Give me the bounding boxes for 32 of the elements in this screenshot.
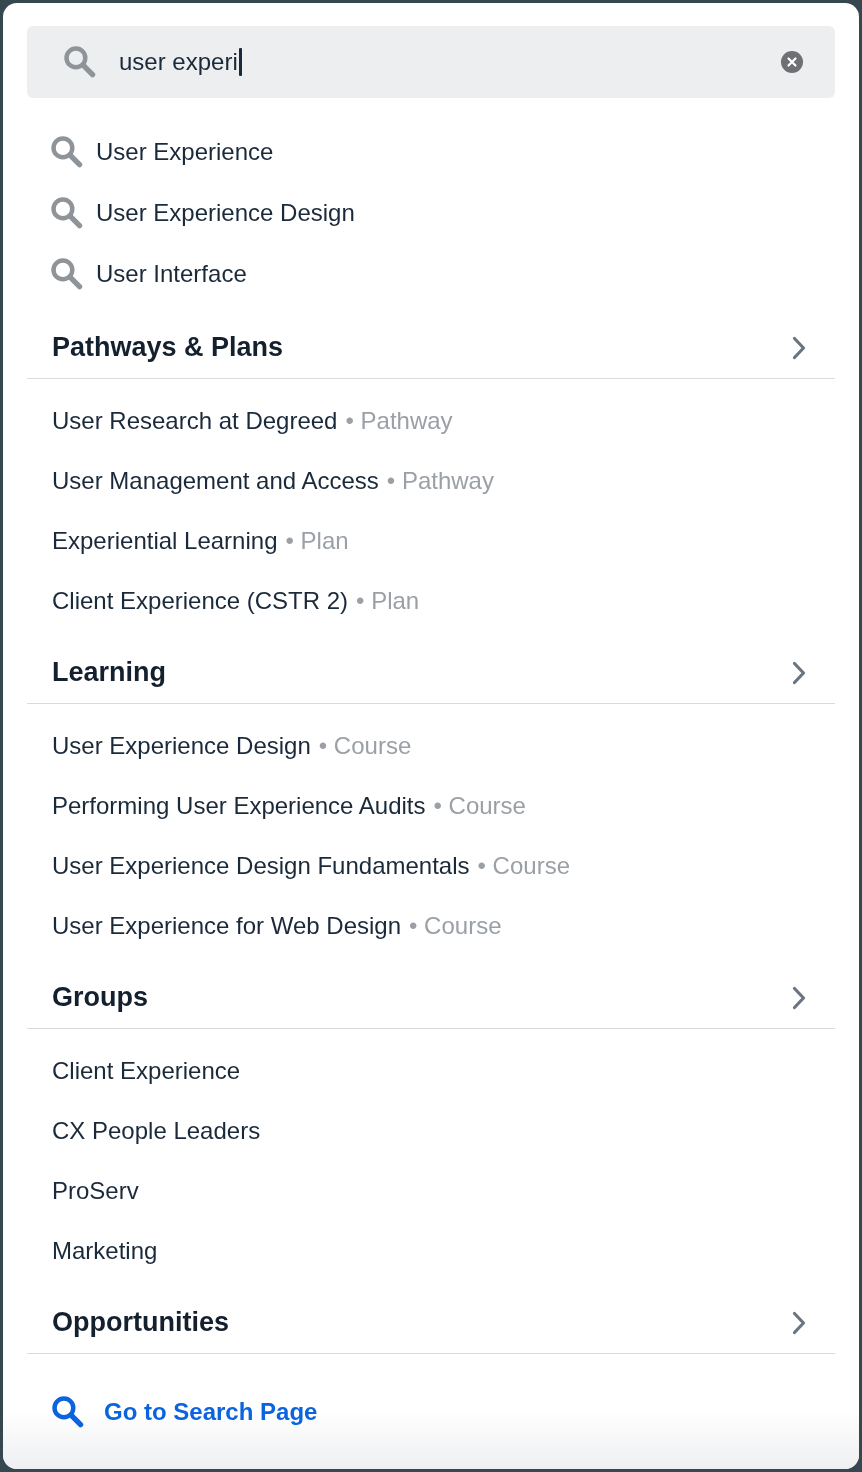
text-cursor [238, 48, 242, 76]
chevron-right-icon [792, 660, 806, 685]
suggestion-item[interactable]: User Experience [27, 121, 835, 182]
search-icon [51, 257, 83, 290]
result-item[interactable]: User Experience Design Fundamentals • Course [27, 836, 570, 896]
chevron-right-icon [792, 985, 806, 1010]
result-item[interactable]: User Experience for Web Design • Course [27, 896, 502, 956]
section-header[interactable]: Learning [27, 642, 835, 704]
result-item[interactable]: ProServ [27, 1161, 139, 1221]
result-item[interactable]: Performing User Experience Audits • Course [27, 776, 526, 836]
result-item[interactable]: User Research at Degreed • Pathway [27, 391, 453, 451]
result-item[interactable]: User Management and Access • Pathway [27, 451, 494, 511]
suggestion-item[interactable]: User Experience Design [27, 182, 835, 243]
close-icon [781, 51, 803, 73]
suggestion-item[interactable]: User Interface [27, 243, 835, 304]
section-header[interactable]: Groups [27, 967, 835, 1029]
result-item[interactable]: Client Experience (CSTR 2) • Plan [27, 571, 420, 631]
search-field[interactable]: user experi [27, 26, 835, 98]
go-to-search-link[interactable]: Go to Search Page [52, 1395, 318, 1428]
result-item[interactable]: User Experience Design • Course [27, 716, 412, 776]
result-item[interactable]: Client Experience [27, 1041, 241, 1101]
result-item[interactable]: Marketing [27, 1221, 158, 1281]
clear-button[interactable] [781, 51, 803, 73]
search-icon [64, 46, 96, 78]
search-icon [51, 135, 83, 168]
chevron-right-icon [792, 1310, 806, 1335]
search-icon [52, 1395, 84, 1428]
search-icon [51, 196, 83, 229]
chevron-right-icon [792, 335, 806, 360]
section-header[interactable]: Pathways & Plans [27, 317, 835, 379]
result-item[interactable]: CX People Leaders [27, 1101, 261, 1161]
result-item[interactable]: Experiential Learning • Plan [27, 511, 349, 571]
